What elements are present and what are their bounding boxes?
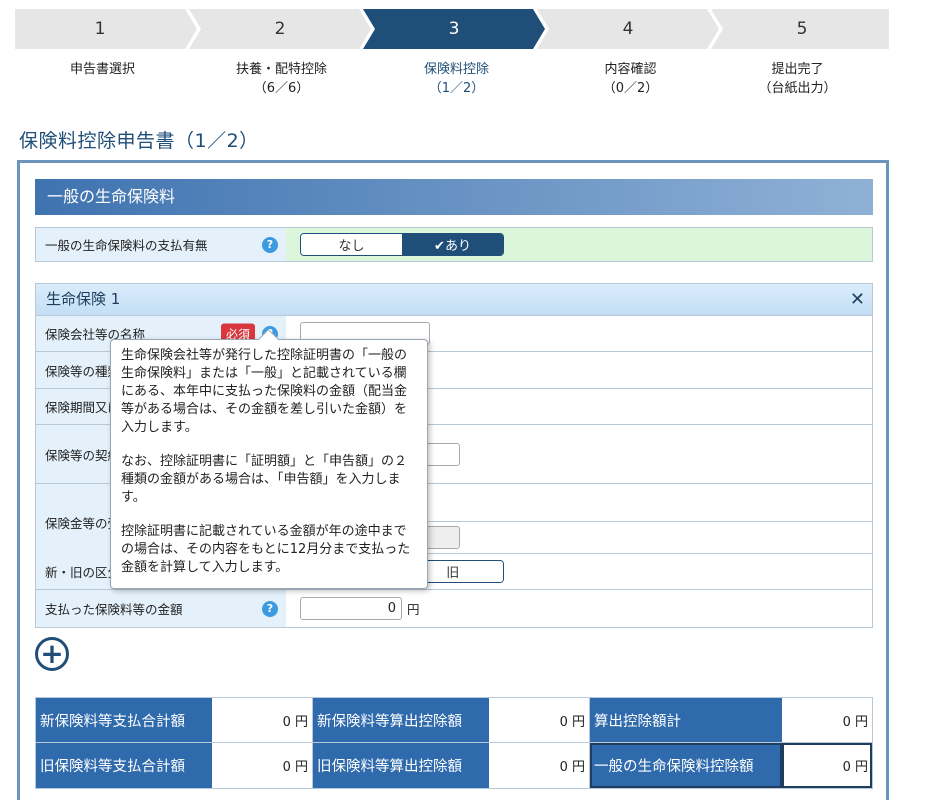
toggle-option-yes[interactable]: ✔あり xyxy=(402,234,503,255)
step-4-number: 4 xyxy=(622,19,634,39)
amount-unit: 円 xyxy=(407,602,420,617)
summary-value: 0 円 xyxy=(489,698,590,742)
summary-label: 旧保険料等支払合計額 xyxy=(36,743,212,788)
question-circle-icon[interactable]: ? xyxy=(262,600,278,617)
general-life-deduction-value: 0 円 xyxy=(782,743,872,788)
section-header: 一般の生命保険料 xyxy=(35,179,873,215)
progress-stepper: 1 2 3 4 5 xyxy=(15,9,889,49)
step-3-title: 保険料控除 xyxy=(423,62,489,77)
toggle-option-none[interactable]: なし xyxy=(301,234,402,255)
summary-row-new: 新保険料等支払合計額 0 円 新保険料等算出控除額 0 円 算出控除額計 0 円 xyxy=(36,698,872,743)
amount-input[interactable]: 0 xyxy=(300,597,402,620)
summary-value: 0 円 xyxy=(212,743,313,788)
help-tooltip: 生命保険会社等が発行した控除証明書の「一般の生命保険料」または「一般」と記載され… xyxy=(110,339,428,589)
new-old-label-text: 新・旧の区分 xyxy=(45,565,121,580)
step-2-label: 扶養・配特控除 （6／6） xyxy=(194,60,369,98)
summary-label: 新保険料等支払合計額 xyxy=(36,698,212,742)
tooltip-paragraph-2: なお、控除証明書に「証明額」と「申告額」の２種類の金額がある場合は、「申告額」を… xyxy=(121,454,408,505)
payment-label: 一般の生命保険料の支払有無 ? xyxy=(36,228,286,261)
step-1-label: 申告書選択 xyxy=(15,60,190,79)
stepper-labels: 申告書選択 扶養・配特控除 （6／6） 保険料控除 （1／2） 内容確認 （0／… xyxy=(15,60,889,104)
summary-value: 0 円 xyxy=(489,743,590,788)
step-3-label: 保険料控除 （1／2） xyxy=(369,60,544,98)
page-title: 保険料控除申告書（1／2） xyxy=(19,130,259,152)
step-2-progress: （6／6） xyxy=(253,81,310,96)
summary-row-old: 旧保険料等支払合計額 0 円 旧保険料等算出控除額 0 円 一般の生命保険料控除… xyxy=(36,743,872,788)
question-circle-icon[interactable]: ? xyxy=(262,236,278,253)
plus-circle-icon[interactable]: + xyxy=(35,637,69,671)
payment-label-text: 一般の生命保険料の支払有無 xyxy=(45,238,208,253)
summary-label: 算出控除額計 xyxy=(590,698,782,742)
step-2-title: 扶養・配特控除 xyxy=(235,62,327,77)
amount-label-text: 支払った保険料等の金額 xyxy=(45,602,183,617)
insurance-header: 生命保険 1 ✕ xyxy=(35,283,873,315)
general-life-deduction-label: 一般の生命保険料控除額 xyxy=(590,743,782,788)
summary-label: 旧保険料等算出控除額 xyxy=(313,743,489,788)
step-4-title: 内容確認 xyxy=(604,62,657,77)
insurance-title: 生命保険 1 xyxy=(46,290,121,308)
step-5-progress: （台紙出力） xyxy=(758,81,837,96)
payment-value: なし ✔あり xyxy=(286,228,872,261)
step-4-progress: （0／2） xyxy=(602,81,659,96)
step-5-label: 提出完了 （台紙出力） xyxy=(710,60,885,98)
tooltip-paragraph-3: 控除証明書に記載されている金額が年の途中までの場合は、その内容をもとに12月分ま… xyxy=(121,524,411,575)
payment-table: 一般の生命保険料の支払有無 ? なし ✔あり xyxy=(35,227,873,262)
summary-value: 0 円 xyxy=(842,714,868,730)
step-2-number: 2 xyxy=(274,19,286,39)
step-4-label: 内容確認 （0／2） xyxy=(543,60,718,98)
step-5-number: 5 xyxy=(796,19,808,39)
payment-toggle[interactable]: なし ✔あり xyxy=(300,233,504,256)
step-3-progress: （1／2） xyxy=(428,81,485,96)
step-1-title: 申告書選択 xyxy=(69,62,135,77)
step-1-number: 1 xyxy=(94,19,106,39)
type-label-text: 保険等の種類 xyxy=(45,363,121,379)
payment-row: 一般の生命保険料の支払有無 ? なし ✔あり xyxy=(36,228,872,261)
amount-row: 支払った保険料等の金額 ? 0 円 xyxy=(36,590,872,627)
step-5-title: 提出完了 xyxy=(771,62,824,77)
amount-label: 支払った保険料等の金額 ? xyxy=(36,590,286,627)
summary-label: 新保険料等算出控除額 xyxy=(313,698,489,742)
summary-table: 新保険料等支払合計額 0 円 新保険料等算出控除額 0 円 算出控除額計 0 円… xyxy=(35,697,873,789)
close-icon[interactable]: ✕ xyxy=(850,285,865,315)
step-3-number: 3 xyxy=(448,19,460,39)
summary-value: 0 円 xyxy=(212,698,313,742)
tooltip-paragraph-1: 生命保険会社等が発行した控除証明書の「一般の生命保険料」または「一般」と記載され… xyxy=(121,348,408,435)
amount-value: 0 円 xyxy=(286,590,872,627)
